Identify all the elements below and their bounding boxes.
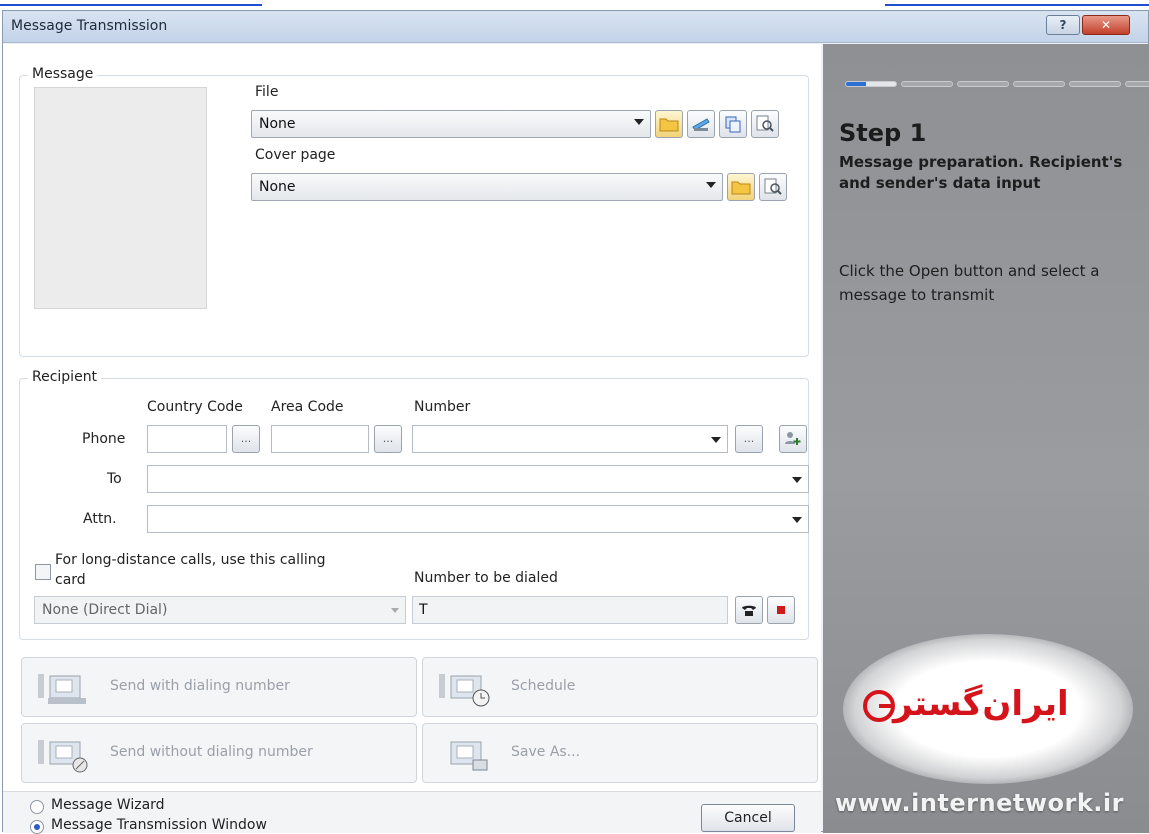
- scan-button[interactable]: [687, 110, 715, 138]
- country-code-input[interactable]: [147, 425, 227, 453]
- open-cover-button[interactable]: [727, 173, 755, 201]
- number-combo[interactable]: [412, 425, 728, 453]
- copy-pages-icon: [725, 116, 741, 133]
- file-select-value: None: [259, 116, 296, 132]
- send-no-dial-icon: [38, 740, 88, 773]
- area-code-label: Area Code: [271, 399, 344, 415]
- folder-icon: [659, 118, 679, 132]
- step-progress-segment: [1125, 81, 1149, 87]
- add-contact-button[interactable]: [779, 425, 807, 453]
- attn-label: Attn.: [83, 511, 117, 527]
- website-url: www.internetwork.ir: [835, 789, 1124, 817]
- area-code-input[interactable]: [271, 425, 369, 453]
- message-wizard-radio[interactable]: [30, 800, 44, 814]
- message-transmission-window: Message Transmission ? ✕ Message File No…: [2, 10, 1149, 834]
- schedule-label: Schedule: [511, 678, 576, 694]
- phone-label: Phone: [82, 431, 126, 447]
- schedule-button[interactable]: Schedule: [422, 657, 818, 717]
- calling-card-select[interactable]: None (Direct Dial): [34, 596, 406, 624]
- transmission-window-label: Message Transmission Window: [51, 817, 267, 833]
- number-to-dial-value: T: [419, 602, 428, 618]
- send-without-dialing-label: Send without dialing number: [110, 744, 313, 760]
- message-preview: [34, 87, 207, 309]
- send-with-dialing-label: Send with dialing number: [110, 678, 290, 694]
- add-contact-icon: [785, 432, 801, 445]
- top-link-left[interactable]: [0, 0, 262, 6]
- calling-card-label-line1: For long-distance calls, use this callin…: [55, 552, 326, 568]
- cover-page-select-value: None: [259, 179, 296, 195]
- chevron-down-icon: [792, 477, 802, 483]
- save-fax-icon: [450, 741, 488, 771]
- stop-button[interactable]: [767, 596, 795, 624]
- save-as-button[interactable]: Save As...: [422, 723, 818, 783]
- chevron-down-icon: [711, 437, 721, 443]
- recipient-group-title: Recipient: [28, 369, 102, 385]
- country-code-browse-button[interactable]: ...: [232, 425, 260, 453]
- magnifier-page-icon: [764, 178, 782, 195]
- phone-icon: [742, 605, 756, 616]
- open-folder-button[interactable]: [655, 110, 683, 138]
- number-to-dial-label: Number to be dialed: [414, 570, 558, 586]
- magnifier-page-icon: [756, 115, 774, 132]
- wizard-side-panel: Step 1 Message preparation. Recipient's …: [823, 44, 1149, 833]
- step-progress-segment: [957, 81, 1009, 87]
- message-wizard-label: Message Wizard: [51, 797, 165, 813]
- preview-file-button[interactable]: [751, 110, 779, 138]
- title-bar: Message Transmission ? ✕: [3, 11, 1148, 43]
- country-code-label: Country Code: [147, 399, 243, 415]
- main-content: Message File None Cover page None Recipi…: [3, 44, 821, 834]
- cover-page-label: Cover page: [255, 147, 336, 163]
- number-browse-button[interactable]: ...: [735, 425, 763, 453]
- step-progress-segment: [901, 81, 953, 87]
- schedule-fax-icon: [439, 674, 490, 707]
- chevron-down-icon: [634, 119, 644, 125]
- calling-card-select-value: None (Direct Dial): [42, 602, 168, 618]
- stop-icon: [777, 606, 785, 614]
- dial-phone-button[interactable]: [735, 596, 763, 624]
- message-group-title: Message: [28, 66, 98, 82]
- calling-card-checkbox[interactable]: [35, 564, 51, 580]
- to-combo[interactable]: [147, 465, 809, 493]
- cancel-button[interactable]: Cancel: [701, 804, 795, 832]
- save-as-label: Save As...: [511, 744, 581, 760]
- window-title: Message Transmission: [11, 18, 168, 34]
- to-label: To: [107, 471, 122, 487]
- footer: Message Wizard Message Transmission Wind…: [3, 791, 821, 834]
- calling-card-label-line2: card: [55, 572, 86, 588]
- step-title: Step 1: [839, 119, 927, 147]
- file-label: File: [255, 84, 279, 100]
- brand-logo-text: ایران‌گستر: [893, 684, 1069, 724]
- chevron-down-icon: [391, 608, 399, 613]
- send-fax-icon: [38, 674, 86, 704]
- close-button[interactable]: ✕: [1082, 15, 1130, 35]
- step-progress-segment: [1069, 81, 1121, 87]
- attn-combo[interactable]: [147, 505, 809, 533]
- preview-cover-button[interactable]: [759, 173, 787, 201]
- step-progress-segment: [1013, 81, 1065, 87]
- help-button[interactable]: ?: [1046, 15, 1080, 35]
- file-select[interactable]: None: [251, 110, 651, 138]
- number-to-dial-field[interactable]: T: [412, 596, 728, 624]
- chevron-down-icon: [706, 182, 716, 188]
- area-code-browse-button[interactable]: ...: [374, 425, 402, 453]
- send-without-dialing-button[interactable]: Send without dialing number: [21, 723, 417, 783]
- send-with-dialing-button[interactable]: Send with dialing number: [21, 657, 417, 717]
- cover-page-select[interactable]: None: [251, 173, 723, 201]
- number-label: Number: [414, 399, 471, 415]
- top-link-right[interactable]: [885, 0, 1149, 6]
- clipboard-button[interactable]: [719, 110, 747, 138]
- step-progress-segment: [845, 81, 897, 87]
- step-hint: Click the Open button and select a messa…: [839, 262, 1100, 304]
- scanner-icon: [692, 118, 710, 131]
- folder-icon: [731, 181, 751, 195]
- chevron-down-icon: [792, 517, 802, 523]
- step-subtitle: Message preparation. Recipient's and sen…: [839, 153, 1123, 192]
